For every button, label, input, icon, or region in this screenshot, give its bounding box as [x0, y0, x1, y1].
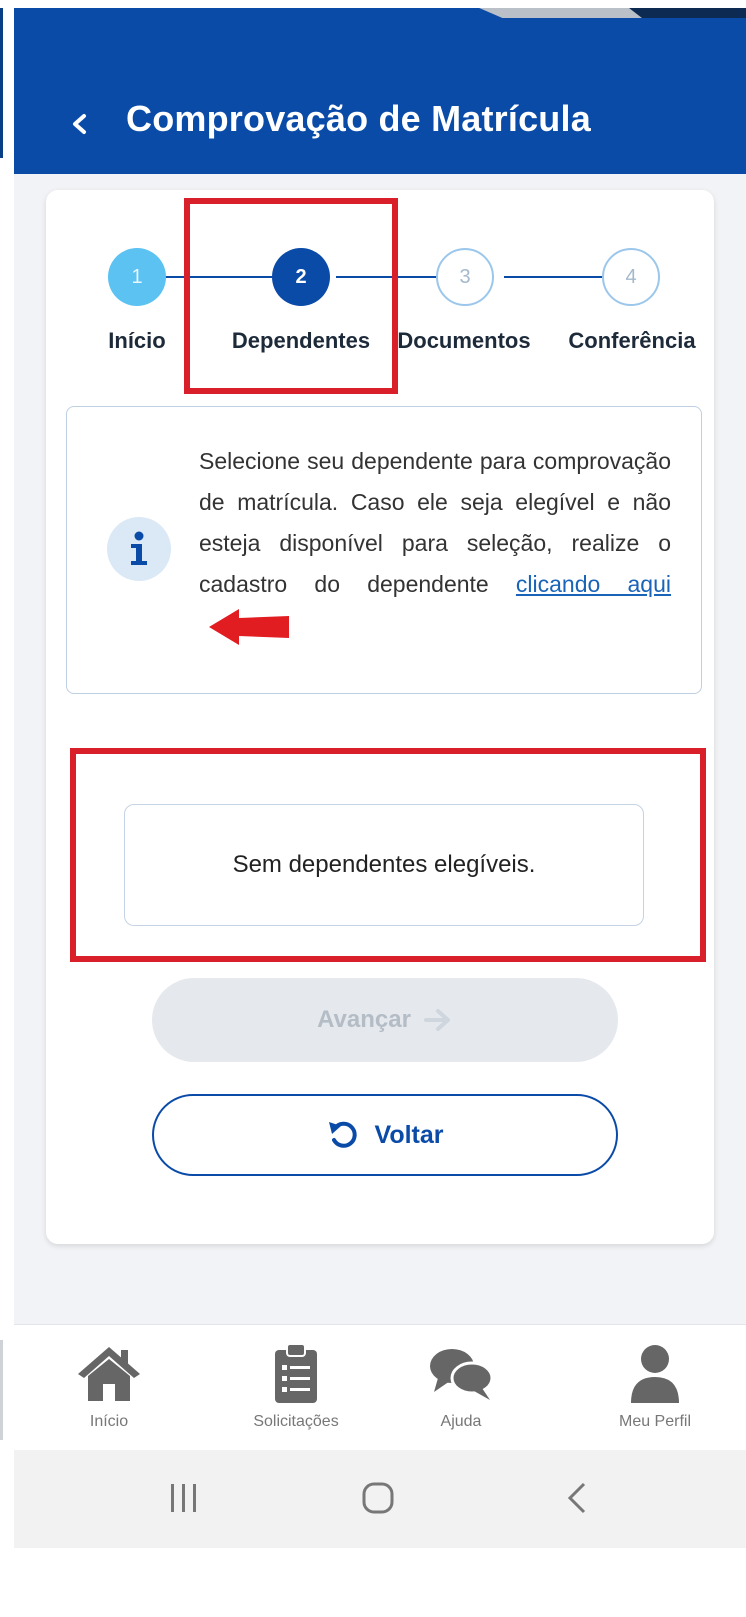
undo-icon — [328, 1121, 357, 1148]
step-3-circle: 3 — [436, 248, 494, 306]
info-text: Selecione seu dependente para comprovaçã… — [199, 441, 671, 648]
nav-item-meu-perfil[interactable]: Meu Perfil — [580, 1339, 730, 1431]
chevron-left-icon — [73, 114, 86, 134]
system-back-button[interactable] — [562, 1478, 592, 1523]
chat-icon — [430, 1349, 494, 1400]
back-button[interactable] — [64, 104, 94, 144]
nav-item-solicitacoes[interactable]: Solicitações — [221, 1339, 371, 1431]
register-dependent-link[interactable]: clicando aqui — [516, 571, 671, 597]
user-icon — [631, 1345, 679, 1403]
info-icon — [107, 517, 171, 581]
step-4-label: Conferência — [568, 328, 696, 353]
back-action-button[interactable]: Voltar — [152, 1094, 618, 1176]
system-nav-bar — [14, 1450, 746, 1548]
step-1-circle: 1 — [108, 248, 166, 306]
system-home-button[interactable] — [358, 1478, 398, 1523]
step-1-label: Início — [108, 328, 166, 353]
back-action-label: Voltar — [374, 1120, 444, 1149]
clipboard-icon — [275, 1343, 317, 1403]
back-icon — [567, 1482, 586, 1514]
step-3-label: Documentos — [397, 328, 531, 353]
nav-label: Meu Perfil — [618, 1413, 692, 1430]
nav-item-inicio[interactable]: Início — [34, 1339, 184, 1431]
next-button[interactable]: Avançar — [152, 978, 618, 1062]
left-edge — [0, 0, 14, 1617]
arrow-right-icon — [423, 1009, 450, 1031]
info-box: Selecione seu dependente para comprovaçã… — [66, 406, 702, 694]
corner-decoration — [456, 8, 746, 18]
red-arrow-icon — [209, 608, 289, 645]
next-button-label: Avançar — [317, 1006, 411, 1033]
bottom-spacer — [14, 1548, 746, 1617]
nav-label: Solicitações — [253, 1413, 339, 1430]
highlight-step-box — [184, 198, 398, 394]
bottom-nav: Início Solicitações Ajuda Meu Perfil — [14, 1324, 746, 1451]
step-4-circle: 4 — [602, 248, 660, 306]
nav-label: Ajuda — [440, 1413, 482, 1430]
edge-accent-bottom — [0, 1340, 3, 1440]
system-recents-button[interactable] — [166, 1478, 202, 1523]
nav-item-ajuda[interactable]: Ajuda — [386, 1339, 536, 1431]
home-circle-icon — [362, 1482, 394, 1514]
recents-icon — [171, 1484, 196, 1512]
edge-accent-top — [0, 8, 3, 158]
header-bar: Comprovação de Matrícula — [14, 8, 746, 174]
home-icon — [78, 1347, 140, 1401]
nav-label: Início — [89, 1413, 129, 1430]
main-card: 1 2 3 4 Início Dependentes Documentos Co… — [46, 190, 714, 1244]
page-title: Comprovação de Matrícula — [126, 98, 591, 139]
app-screen: Comprovação de Matrícula 1 2 3 4 Início … — [14, 8, 746, 1617]
dependents-empty-state: Sem dependentes elegíveis. — [124, 804, 644, 926]
